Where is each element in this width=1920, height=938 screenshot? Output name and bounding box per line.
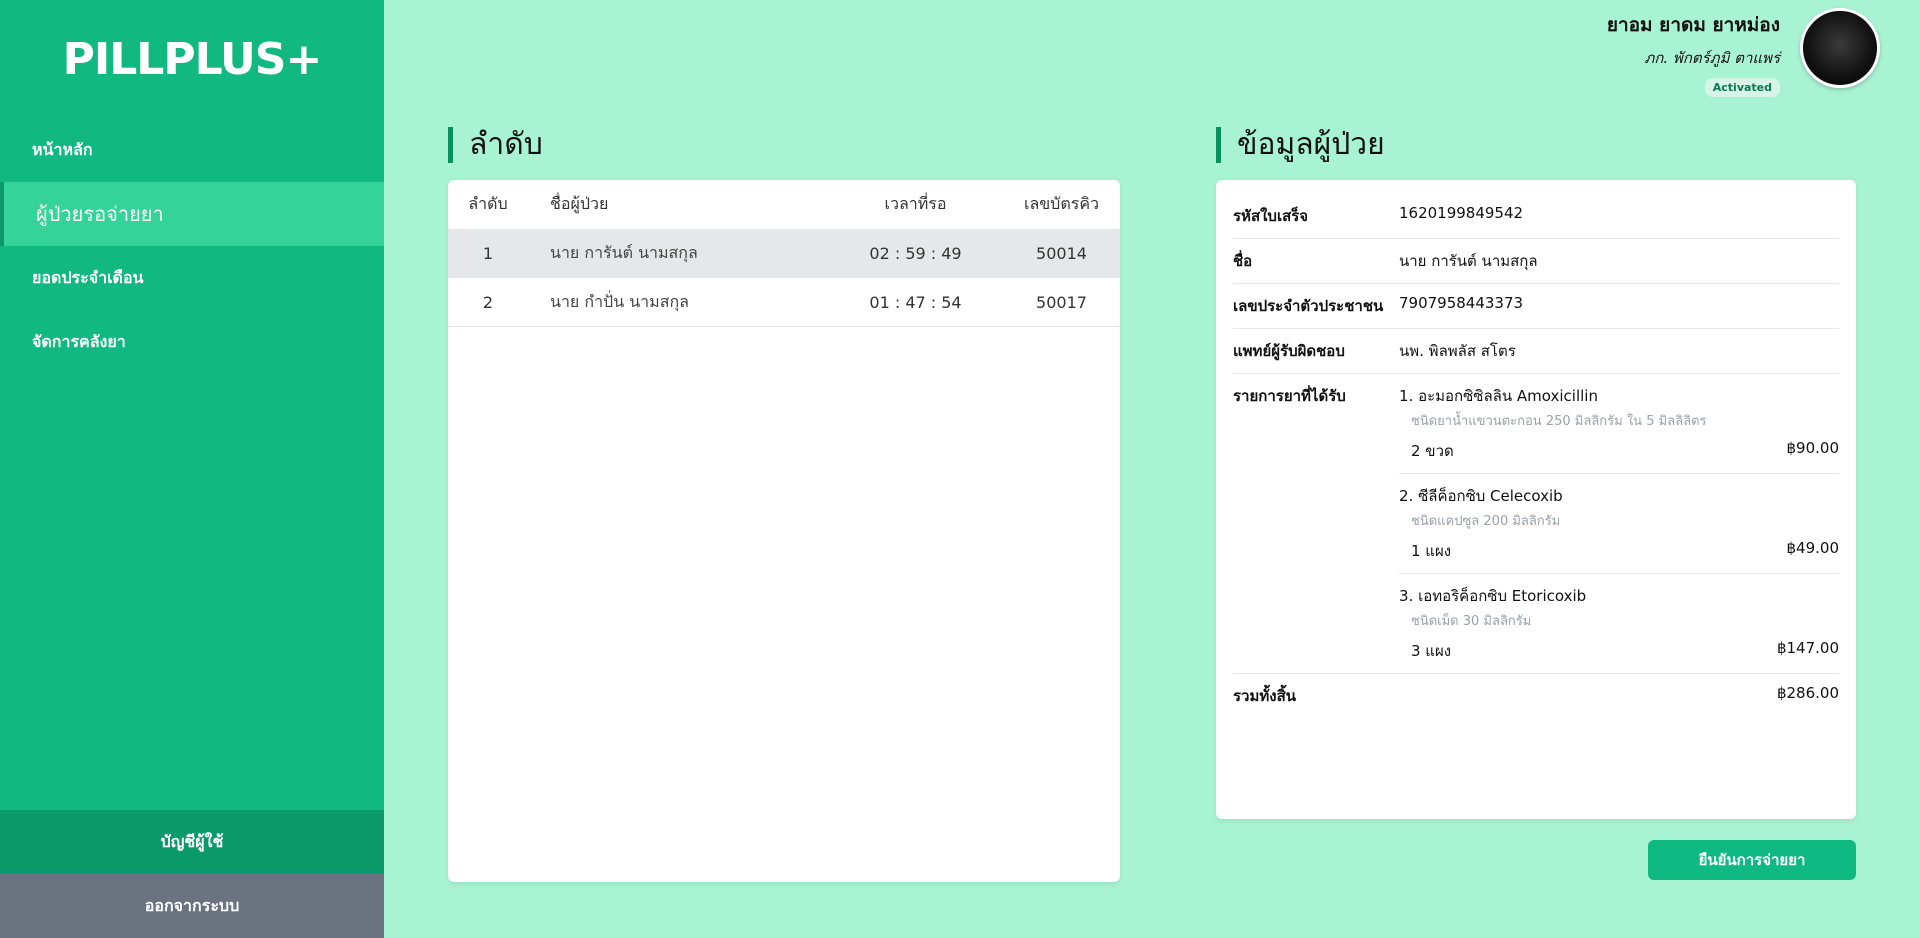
- user-title: ภก. พักตร์ภูมิ ตาแพร่: [1644, 49, 1780, 67]
- doctor-row: แพทย์ผู้รับผิดชอบ นพ. พิลพลัส สโตร: [1233, 329, 1839, 374]
- row-name: นาย การันต์ นามสกุล: [550, 242, 698, 262]
- citizen-id-value: 7907958443373: [1399, 294, 1524, 312]
- med-price: ฿90.00: [1786, 439, 1840, 457]
- brand-logo[interactable]: PILLPLUS+: [0, 0, 384, 118]
- receipt-label: รหัสใบเสร็จ: [1233, 207, 1309, 225]
- row-no: 2: [482, 292, 494, 312]
- row-no: 1: [482, 243, 494, 263]
- table-row[interactable]: 1 นาย การันต์ นามสกุล 02 : 59 : 49 50014: [448, 229, 1120, 278]
- row-wait: 01 : 47 : 54: [869, 292, 962, 312]
- med-price: ฿49.00: [1786, 539, 1840, 557]
- receipt-row: รหัสใบเสร็จ 1620199849542: [1233, 194, 1839, 239]
- patient-info-title: ข้อมูลผู้ป่วย: [1216, 127, 1385, 163]
- receipt-value: 1620199849542: [1399, 204, 1524, 222]
- row-name: นาย กำปั่น นามสกุล: [550, 291, 689, 311]
- sidebar: PILLPLUS+ หน้าหลัก ผู้ป่วยรอจ่ายยา ยอดปร…: [0, 0, 384, 938]
- status-badge: Activated: [1704, 78, 1780, 97]
- doctor-value: นพ. พิลพลัส สโตร: [1399, 342, 1516, 360]
- med-qty: 1 แผง: [1411, 542, 1452, 560]
- list-item: 2. ซีลีค็อกซิบ Celecoxib ชนิดแคปซูล 200 …: [1399, 484, 1839, 574]
- logout-button[interactable]: ออกจากระบบ: [0, 874, 384, 938]
- row-ticket: 50017: [1036, 292, 1087, 312]
- list-item: 3. เอทอริค็อกซิบ Etoricoxib ชนิดเม็ด 30 …: [1399, 584, 1839, 663]
- header-no: ลำดับ: [468, 194, 508, 213]
- total-value: ฿286.00: [1776, 684, 1839, 702]
- med-qty: 2 ขวด: [1411, 442, 1454, 460]
- total-row: รวมทั้งสิ้น ฿286.00: [1233, 674, 1839, 718]
- med-desc: ชนิดแคปซูล 200 มิลลิกรัม: [1411, 514, 1561, 529]
- header-wait-time: เวลาที่รอ: [884, 194, 947, 213]
- table-row[interactable]: 2 นาย กำปั่น นามสกุล 01 : 47 : 54 50017: [448, 278, 1120, 327]
- sidebar-item-waiting-patients[interactable]: ผู้ป่วยรอจ่ายยา: [0, 182, 384, 246]
- row-wait: 02 : 59 : 49: [869, 243, 962, 263]
- med-name: 2. ซีลีค็อกซิบ Celecoxib: [1399, 487, 1563, 505]
- sidebar-item-monthly-summary[interactable]: ยอดประจำเดือน: [0, 246, 384, 310]
- medications-list: 1. อะมอกซิซิลลิน Amoxicillin ชนิดยาน้ำแข…: [1399, 384, 1839, 663]
- medications-row: รายการยาที่ได้รับ 1. อะมอกซิซิลลิน Amoxi…: [1233, 374, 1839, 674]
- med-name: 1. อะมอกซิซิลลิน Amoxicillin: [1399, 387, 1598, 405]
- sidebar-item-inventory[interactable]: จัดการคลังยา: [0, 310, 384, 374]
- med-desc: ชนิดยาน้ำแขวนตะกอน 250 มิลลิกรัม ใน 5 มิ…: [1411, 414, 1707, 429]
- user-name: ยาอม ยาดม ยาหม่อง: [1606, 14, 1780, 36]
- medications-label: รายการยาที่ได้รับ: [1233, 387, 1346, 405]
- name-value: นาย การันต์ นามสกุล: [1399, 252, 1538, 270]
- account-button[interactable]: บัญชีผู้ใช้: [0, 810, 384, 874]
- citizen-id-label: เลขประจำตัวประชาชน: [1233, 297, 1384, 315]
- table-header: ลำดับ ชื่อผู้ป่วย เวลาที่รอ เลขบัตรคิว: [448, 180, 1120, 229]
- total-label: รวมทั้งสิ้น: [1233, 687, 1296, 705]
- patient-info-card: รหัสใบเสร็จ 1620199849542 ชื่อ นาย การัน…: [1216, 180, 1856, 819]
- med-name: 3. เอทอริค็อกซิบ Etoricoxib: [1399, 587, 1587, 605]
- citizen-id-row: เลขประจำตัวประชาชน 7907958443373: [1233, 284, 1839, 329]
- queue-table: ลำดับ ชื่อผู้ป่วย เวลาที่รอ เลขบัตรคิว 1…: [448, 180, 1120, 882]
- row-ticket: 50014: [1036, 243, 1087, 263]
- confirm-dispense-button[interactable]: ยืนยันการจ่ายยา: [1648, 840, 1856, 880]
- name-label: ชื่อ: [1233, 252, 1253, 270]
- user-info: ยาอม ยาดม ยาหม่อง ภก. พักตร์ภูมิ ตาแพร่ …: [1607, 10, 1780, 97]
- sidebar-item-home[interactable]: หน้าหลัก: [0, 118, 384, 182]
- header-patient-name: ชื่อผู้ป่วย: [550, 194, 609, 213]
- list-item: 1. อะมอกซิซิลลิน Amoxicillin ชนิดยาน้ำแข…: [1399, 384, 1839, 474]
- med-desc: ชนิดเม็ด 30 มิลลิกรัม: [1411, 614, 1532, 629]
- med-qty: 3 แผง: [1411, 642, 1452, 660]
- avatar[interactable]: [1800, 8, 1880, 88]
- queue-title: ลำดับ: [448, 127, 543, 163]
- name-row: ชื่อ นาย การันต์ นามสกุล: [1233, 239, 1839, 284]
- med-price: ฿147.00: [1776, 639, 1839, 657]
- doctor-label: แพทย์ผู้รับผิดชอบ: [1233, 342, 1345, 360]
- header-ticket: เลขบัตรคิว: [1023, 194, 1100, 213]
